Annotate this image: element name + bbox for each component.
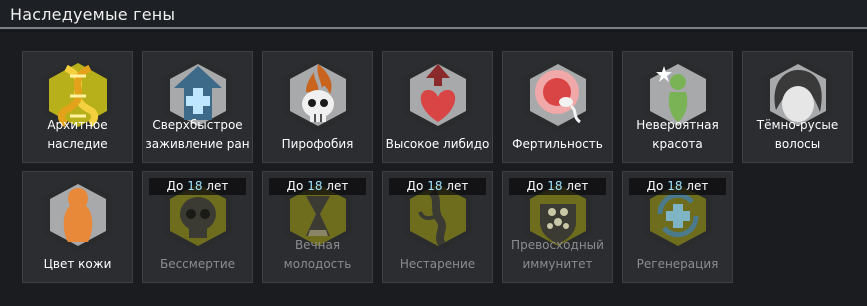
header-divider	[0, 27, 867, 29]
window-header: Наследуемые гены	[0, 0, 867, 30]
gene-label: Цвет кожи	[43, 257, 112, 271]
age-requirement-badge: До 18 лет	[389, 178, 486, 195]
window-title: Наследуемые гены	[10, 5, 176, 24]
age-requirement-badge: До 18 лет	[509, 178, 606, 195]
gene-card-pyrophobia[interactable]: Пирофобия	[262, 51, 373, 163]
heart-arrow-icon	[404, 58, 472, 132]
gene-card-skin-color[interactable]: Цвет кожи	[22, 171, 133, 283]
gene-card-high-libido[interactable]: Высокое либидо	[382, 51, 493, 163]
gene-label: Невероятная красота	[636, 118, 719, 151]
gene-card-superior-immunity[interactable]: До 18 лет Превосходный иммунитет	[502, 171, 613, 283]
gene-card-fertility[interactable]: Фертильность	[502, 51, 613, 163]
gene-label: Бессмертие	[159, 257, 236, 271]
age-requirement-badge: До 18 лет	[149, 178, 246, 195]
flaming-skull-icon	[284, 58, 352, 132]
gene-card-archite-inheritance[interactable]: Архитное наследие	[22, 51, 133, 163]
gene-label: Высокое либидо	[385, 137, 490, 151]
gene-label: Фертильность	[512, 137, 603, 151]
gene-label: Нестарение	[399, 257, 476, 271]
gene-label: Регенерация	[636, 257, 719, 271]
gene-label: Сверхбыстрое заживление ран	[145, 118, 250, 151]
gene-card-immortality[interactable]: До 18 лет Бессмертие	[142, 171, 253, 283]
gene-label: Архитное наследие	[47, 118, 108, 151]
skin-color-icon	[44, 178, 112, 252]
gene-card-dark-blond-hair[interactable]: Тёмно-русые волосы	[742, 51, 853, 163]
sperm-egg-icon	[524, 58, 592, 132]
gene-card-ageless[interactable]: До 18 лет Вечная молодость	[262, 171, 373, 283]
gene-label: Пирофобия	[281, 137, 354, 151]
gene-card-nonsenescent[interactable]: До 18 лет Нестарение	[382, 171, 493, 283]
gene-label: Тёмно-русые волосы	[756, 118, 839, 151]
gene-card-regeneration[interactable]: До 18 лет Регенерация	[622, 171, 733, 283]
gene-card-rapid-healing[interactable]: Сверхбыстрое заживление ран	[142, 51, 253, 163]
age-requirement-badge: До 18 лет	[629, 178, 726, 195]
gene-card-beauty[interactable]: Невероятная красота	[622, 51, 733, 163]
gene-label: Вечная молодость	[283, 238, 352, 271]
age-requirement-badge: До 18 лет	[269, 178, 366, 195]
gene-label: Превосходный иммунитет	[511, 238, 604, 271]
